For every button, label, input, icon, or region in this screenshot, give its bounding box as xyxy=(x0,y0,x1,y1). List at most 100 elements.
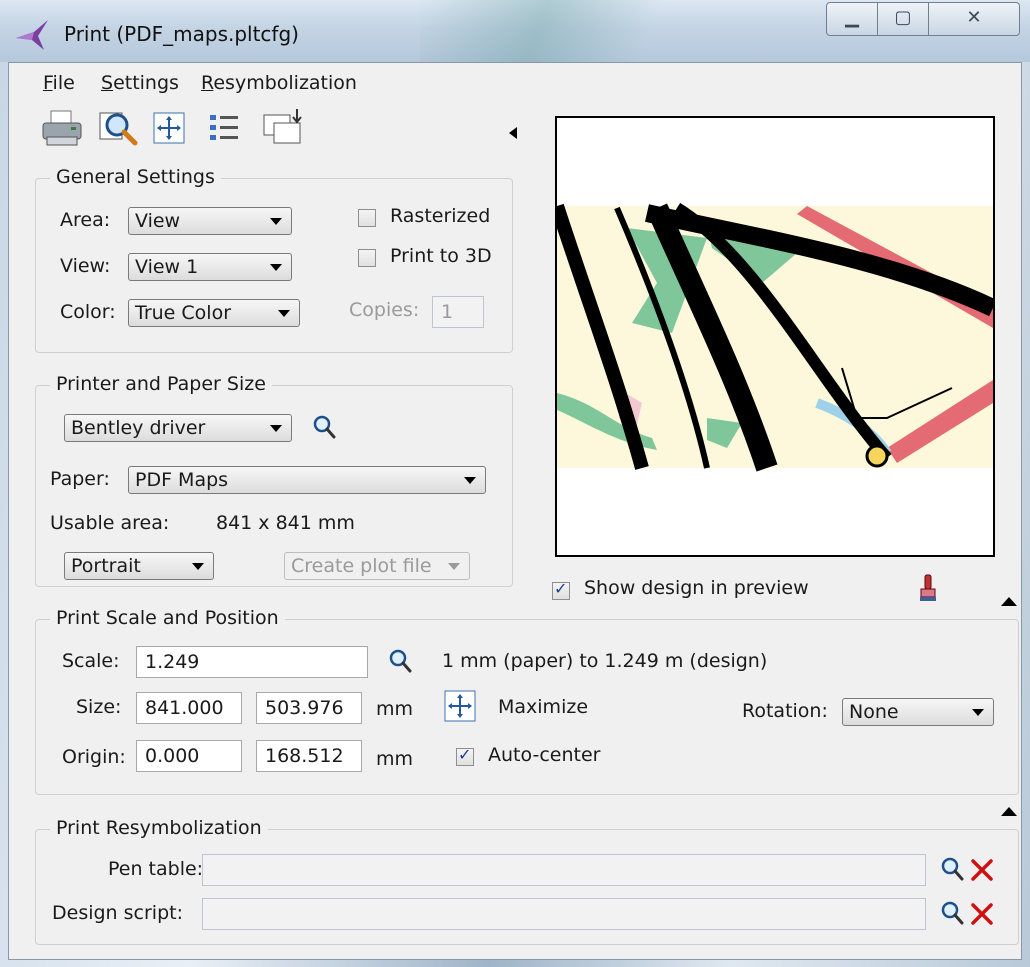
pen-table-label: Pen table: xyxy=(108,858,204,880)
size-unit: mm xyxy=(376,698,414,720)
view-label: View: xyxy=(60,255,111,277)
scale-label: Scale: xyxy=(62,650,120,672)
area-label: Area: xyxy=(60,209,111,231)
close-button[interactable]: ✕ xyxy=(928,2,1020,36)
chevron-down-icon xyxy=(270,425,282,432)
scale-position-group: Print Scale and Position Scale: 1.249 1 … xyxy=(35,607,1019,795)
usable-area-value: 841 x 841 mm xyxy=(216,512,355,534)
show-design-label: Show design in preview xyxy=(584,577,809,599)
list-icon[interactable] xyxy=(207,107,243,149)
color-value: True Color xyxy=(135,302,232,324)
auto-center-label: Auto-center xyxy=(488,744,601,766)
minimize-icon: ▁ xyxy=(845,7,859,28)
origin-y-field[interactable]: 168.512 xyxy=(256,740,362,772)
collapse-panel-icon[interactable] xyxy=(509,127,517,139)
origin-y-value: 168.512 xyxy=(265,745,344,767)
maximize-window-icon: ▢ xyxy=(894,7,912,28)
scale-field[interactable]: 1.249 xyxy=(136,646,368,678)
chevron-down-icon xyxy=(192,563,204,570)
print-to-3d-checkbox[interactable] xyxy=(358,249,376,267)
search-icon[interactable] xyxy=(388,648,412,674)
area-combo[interactable]: View xyxy=(128,207,292,235)
app-icon xyxy=(16,20,48,50)
origin-x-field[interactable]: 0.000 xyxy=(136,740,242,772)
title-bar[interactable]: Print (PDF_maps.pltcfg) ▁ ▢ ✕ xyxy=(0,0,1030,62)
menu-settings[interactable]: Settings xyxy=(101,72,179,94)
preview-map xyxy=(550,202,997,472)
color-combo[interactable]: True Color xyxy=(128,299,300,327)
rasterized-checkbox[interactable] xyxy=(358,209,376,227)
design-script-field[interactable] xyxy=(202,898,926,930)
menu-file[interactable]: File xyxy=(43,72,75,94)
preview-magnifier-icon[interactable] xyxy=(97,107,139,149)
size-height-field[interactable]: 503.976 xyxy=(256,692,362,724)
size-width-value: 841.000 xyxy=(145,697,224,719)
origin-label: Origin: xyxy=(62,746,126,768)
search-icon[interactable] xyxy=(940,900,964,926)
maximize-label[interactable]: Maximize xyxy=(498,696,588,718)
maximize-icon[interactable] xyxy=(151,107,187,149)
origin-x-value: 0.000 xyxy=(145,745,200,767)
view-combo[interactable]: View 1 xyxy=(128,253,292,281)
chevron-down-icon xyxy=(270,264,282,271)
plot-file-combo[interactable]: Create plot file xyxy=(284,552,470,580)
batch-print-icon[interactable] xyxy=(261,107,307,149)
orientation-combo[interactable]: Portrait xyxy=(64,552,214,580)
general-settings-legend: General Settings xyxy=(50,166,221,188)
window-title: Print (PDF_maps.pltcfg) xyxy=(64,22,299,46)
chevron-down-icon xyxy=(448,563,460,570)
chevron-down-icon xyxy=(278,310,290,317)
rotation-combo[interactable]: None xyxy=(842,698,994,726)
clear-icon[interactable] xyxy=(970,902,994,926)
search-icon[interactable] xyxy=(940,856,964,882)
scale-position-legend: Print Scale and Position xyxy=(50,607,285,629)
plot-file-value: Create plot file xyxy=(291,555,432,577)
close-icon: ✕ xyxy=(966,7,982,28)
chevron-down-icon xyxy=(972,709,984,716)
size-label: Size: xyxy=(76,696,122,718)
clear-icon[interactable] xyxy=(970,858,994,882)
collapse-up-icon[interactable] xyxy=(1001,597,1017,606)
printer-icon[interactable] xyxy=(39,107,85,149)
show-design-checkbox[interactable]: ✓ xyxy=(552,579,570,600)
paper-combo[interactable]: PDF Maps xyxy=(128,466,486,494)
maximize-icon[interactable] xyxy=(444,690,476,722)
scale-value: 1.249 xyxy=(145,651,200,673)
copies-label: Copies: xyxy=(349,299,420,321)
printer-driver-value: Bentley driver xyxy=(71,417,206,439)
print-dialog: File Settings Resymbolization General Se… xyxy=(8,62,1022,960)
chevron-down-icon xyxy=(464,477,476,484)
size-width-field[interactable]: 841.000 xyxy=(136,692,242,724)
printer-paper-group: Printer and Paper Size Bentley driver Pa… xyxy=(35,373,513,587)
pen-table-field[interactable] xyxy=(202,854,926,886)
origin-unit: mm xyxy=(376,748,414,770)
paper-label: Paper: xyxy=(50,468,110,490)
check-icon: ✓ xyxy=(458,745,472,764)
maximize-window-button[interactable]: ▢ xyxy=(877,2,929,36)
minimize-button[interactable]: ▁ xyxy=(826,2,878,36)
menu-resymbolization[interactable]: Resymbolization xyxy=(201,72,357,94)
orientation-value: Portrait xyxy=(71,555,141,577)
auto-center-checkbox[interactable]: ✓ xyxy=(456,745,474,766)
brush-icon[interactable] xyxy=(917,573,939,603)
view-value: View 1 xyxy=(135,256,199,278)
color-label: Color: xyxy=(60,301,116,323)
search-icon[interactable] xyxy=(312,414,336,440)
resymbolization-group: Print Resymbolization Pen table: Design … xyxy=(35,817,1019,945)
area-value: View xyxy=(135,210,181,232)
printer-driver-combo[interactable]: Bentley driver xyxy=(64,414,292,442)
copies-field[interactable]: 1 xyxy=(432,296,484,328)
scale-description: 1 mm (paper) to 1.249 m (design) xyxy=(442,650,768,672)
size-height-value: 503.976 xyxy=(265,697,344,719)
print-preview[interactable] xyxy=(550,116,997,557)
general-settings-group: General Settings Area: View View: View 1… xyxy=(35,166,513,353)
paper-value: PDF Maps xyxy=(135,469,229,491)
rotation-value: None xyxy=(849,701,899,723)
rotation-label: Rotation: xyxy=(742,700,828,722)
collapse-up-icon[interactable] xyxy=(1001,807,1017,816)
chevron-down-icon xyxy=(270,218,282,225)
printer-paper-legend: Printer and Paper Size xyxy=(50,373,272,395)
menu-bar: File Settings Resymbolization xyxy=(9,63,1021,97)
usable-area-label: Usable area: xyxy=(50,512,170,534)
copies-value: 1 xyxy=(441,301,454,323)
